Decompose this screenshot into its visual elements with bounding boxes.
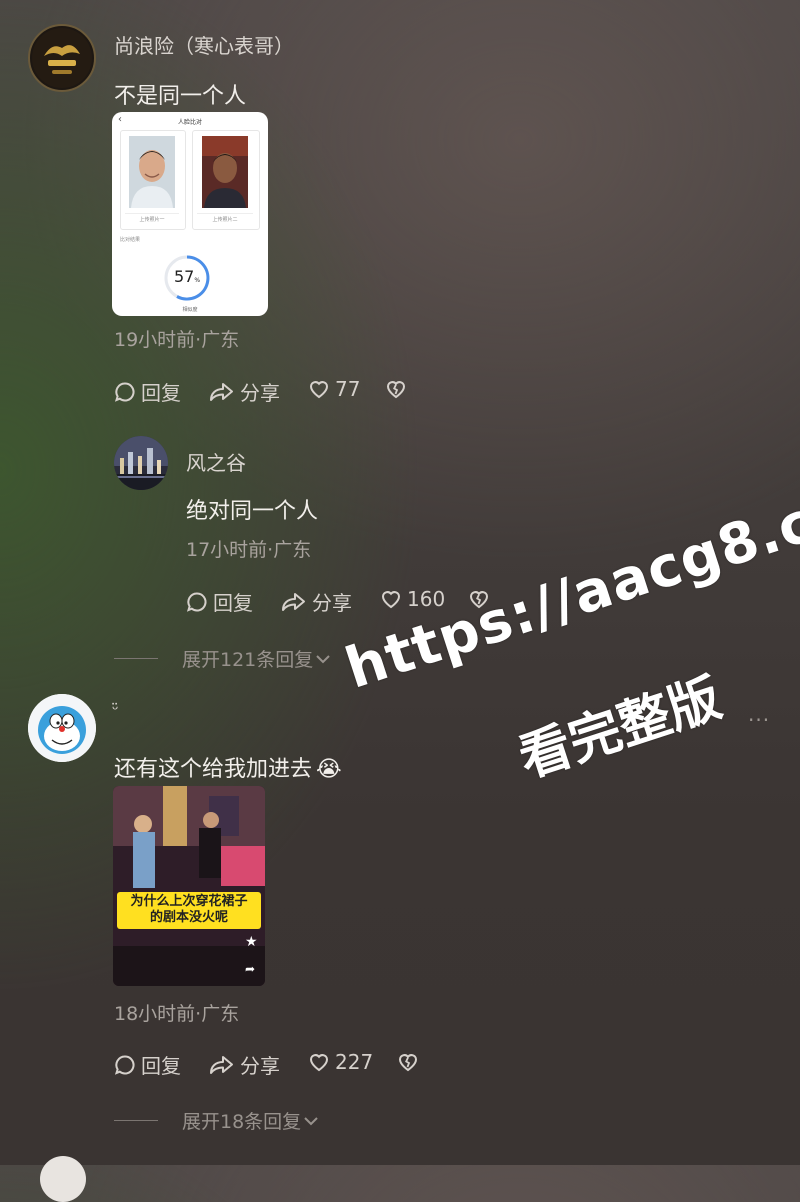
comment-meta: 18小时前·广东 [114, 1003, 240, 1025]
reply-button[interactable]: 回复 [113, 377, 181, 406]
share-button[interactable]: 分享 [208, 1050, 280, 1079]
caption-line-2: 的剧本没火呢 [149, 910, 228, 925]
reply-icon [114, 1054, 135, 1075]
result-label: 比对结果 [120, 237, 141, 243]
broken-heart-icon [386, 381, 406, 399]
star-icon[interactable]: ★ [245, 934, 258, 950]
video-caption: 为什么上次穿花裙子 的剧本没火呢 [117, 892, 261, 929]
score-value: 57 [173, 267, 195, 286]
expand-label: 展开18条回复 [182, 1111, 302, 1133]
like-count: 77 [335, 377, 361, 401]
author-name[interactable]: 风之谷 [186, 447, 246, 476]
divider [114, 658, 158, 659]
share-label: 分享 [312, 591, 352, 615]
comment-text: 还有这个给我加进去 😭 [114, 751, 342, 783]
attachment-header: ‹ 人脸比对 [112, 112, 268, 130]
share-arrow-icon[interactable]: ➦ [245, 962, 255, 976]
avatar[interactable] [40, 1156, 86, 1202]
heart-icon [309, 381, 329, 399]
face-photo-right [202, 136, 248, 208]
share-label: 分享 [240, 1054, 280, 1078]
upload-button-right[interactable]: 上传照片二 [197, 213, 253, 226]
face-photo-left [129, 136, 175, 208]
expand-label: 展开121条回复 [182, 649, 314, 671]
broken-heart-icon [398, 1054, 418, 1072]
share-icon [210, 382, 233, 401]
score-unit: % [194, 277, 201, 284]
like-count: 227 [335, 1050, 374, 1074]
reply-icon [186, 591, 207, 612]
share-button[interactable]: 分享 [280, 587, 352, 616]
photo-card-right: 上传照片二 [192, 130, 260, 230]
score-ring: 57% [162, 253, 212, 303]
reply-icon [114, 381, 135, 402]
dislike-button[interactable] [383, 377, 409, 405]
divider [114, 1120, 158, 1121]
caption-line-1: 为什么上次穿花裙子 [130, 894, 248, 909]
avatar[interactable] [28, 694, 96, 762]
score-footer: 相似度 [182, 307, 198, 313]
author-name[interactable]: ᵕ̈ [112, 700, 119, 719]
expand-replies-button[interactable]: 展开121条回复 [114, 645, 331, 672]
chevron-down-icon [304, 1116, 318, 1125]
avatar[interactable] [28, 24, 96, 92]
comment-text: 不是同一个人 [114, 84, 247, 109]
attachment-image[interactable]: ‹ 人脸比对 上传照片一 上传照片二 比对结果 57% 相似度 [112, 112, 268, 316]
watermark-url: https://aacg8.com [338, 458, 800, 702]
photo-card-left: 上传照片一 [120, 130, 186, 230]
share-button[interactable]: 分享 [208, 377, 280, 406]
reply-label: 回复 [141, 1054, 181, 1078]
dislike-button[interactable] [395, 1050, 421, 1078]
share-icon [210, 1055, 233, 1074]
back-icon: ‹ [118, 114, 122, 125]
like-button[interactable]: 77 [307, 377, 360, 401]
attachment-video[interactable]: 为什么上次穿花裙子 的剧本没火呢 ★ ➦ [113, 786, 265, 986]
comment-text-content: 还有这个给我加进去 [114, 757, 313, 782]
like-button[interactable]: 227 [307, 1050, 373, 1074]
heart-icon [309, 1054, 329, 1072]
share-label: 分享 [240, 381, 280, 405]
upload-button-left[interactable]: 上传照片一 [125, 213, 179, 226]
reply-label: 回复 [141, 381, 181, 405]
watermark-text: 看完整版 [512, 668, 729, 790]
reply-button[interactable]: 回复 [113, 1050, 181, 1079]
comment-text: 绝对同一个人 [186, 499, 319, 524]
avatar[interactable] [114, 436, 168, 490]
author-name[interactable]: 尚浪险（寒心表哥） [114, 30, 294, 59]
reply-button[interactable]: 回复 [185, 587, 253, 616]
comment-meta: 19小时前·广东 [114, 329, 240, 351]
heart-icon [381, 591, 401, 609]
more-options-button[interactable]: ··· [748, 708, 770, 732]
reply-label: 回复 [213, 591, 253, 615]
attachment-title: 人脸比对 [177, 118, 202, 126]
crying-emoji-icon: 😭 [316, 757, 342, 782]
comment-meta: 17小时前·广东 [186, 539, 312, 561]
expand-replies-button[interactable]: 展开18条回复 [114, 1107, 319, 1134]
chevron-down-icon [316, 654, 330, 663]
share-icon [282, 592, 305, 611]
